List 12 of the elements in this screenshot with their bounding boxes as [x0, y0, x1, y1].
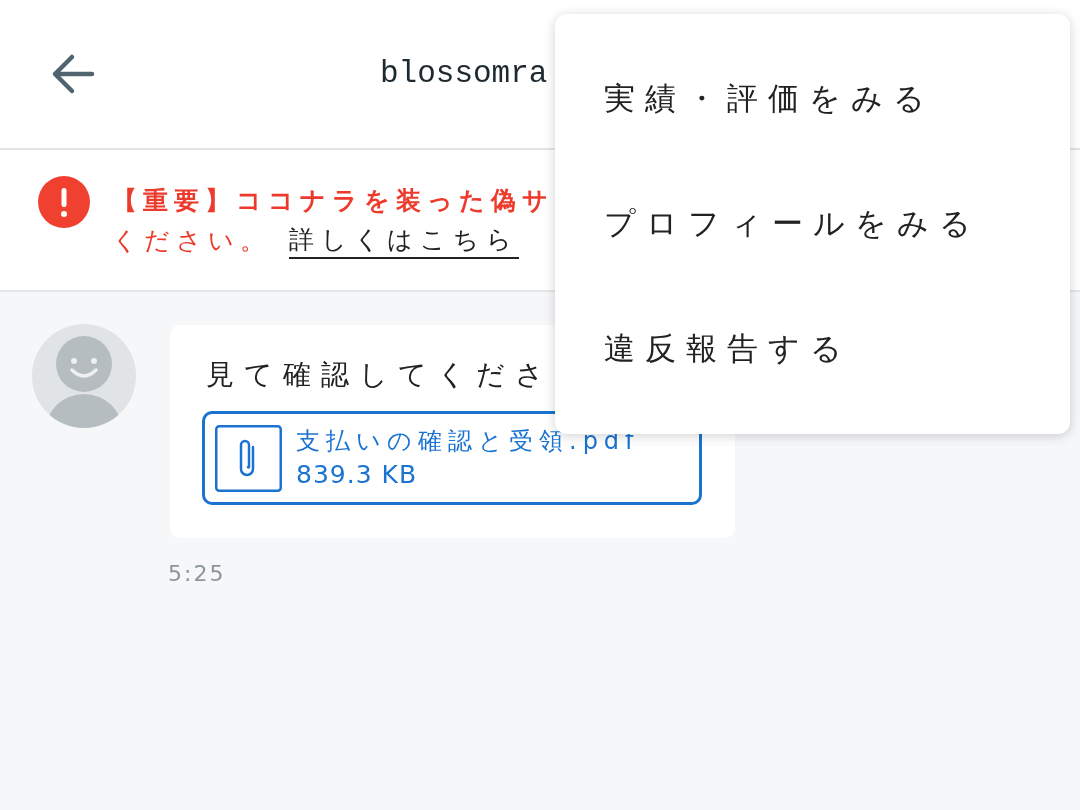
paperclip-icon	[215, 424, 282, 492]
warning-text: 【重要】ココナラを装った偽サ	[112, 185, 554, 217]
warning-text: ください。	[112, 225, 271, 257]
chat-title: blossomra	[380, 55, 548, 93]
message-text: 見て確認してくださ	[206, 357, 554, 393]
menu-item[interactable]: プロフィールをみる	[555, 161, 1070, 286]
message-time: 5:25	[168, 560, 227, 588]
file-size: 839.3 KB	[296, 459, 419, 491]
details-link[interactable]: 詳しくはこちら	[289, 223, 519, 259]
menu-item[interactable]: 違反報告する	[555, 286, 1070, 411]
alert-icon	[38, 176, 90, 228]
menu-item[interactable]: 実績・評価をみる	[555, 36, 1070, 161]
